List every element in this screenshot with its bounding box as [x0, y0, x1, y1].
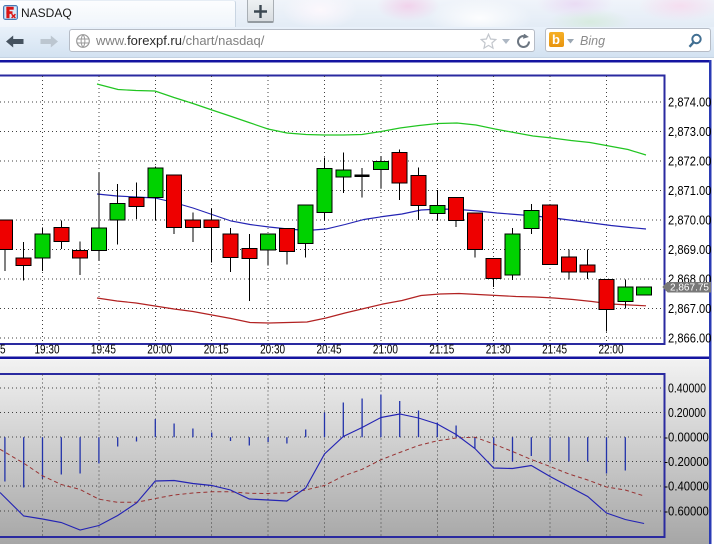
svg-text:2,867.00: 2,867.00	[668, 302, 712, 316]
svg-text:19:15: 19:15	[0, 342, 6, 356]
svg-text:2,871.00: 2,871.00	[668, 184, 712, 198]
svg-text:20:30: 20:30	[260, 342, 285, 356]
svg-text:21:45: 21:45	[542, 342, 567, 356]
svg-text:2,869.00: 2,869.00	[668, 243, 712, 257]
svg-text:20:00: 20:00	[147, 342, 172, 356]
svg-text:20:15: 20:15	[204, 342, 229, 356]
svg-text:2,872.00: 2,872.00	[668, 154, 712, 168]
svg-text:21:30: 21:30	[486, 342, 511, 356]
svg-text:0.20000: 0.20000	[668, 405, 706, 419]
svg-text:-0.60000: -0.60000	[664, 504, 709, 518]
svg-text:-0.40000: -0.40000	[664, 479, 709, 493]
svg-text:20:45: 20:45	[317, 342, 342, 356]
svg-text:22:00: 22:00	[599, 342, 624, 356]
svg-text:2,867.75: 2,867.75	[670, 281, 709, 293]
svg-text:19:45: 19:45	[91, 342, 116, 356]
svg-text:19:30: 19:30	[35, 342, 60, 356]
svg-text:21:15: 21:15	[429, 342, 454, 356]
svg-text:2,870.00: 2,870.00	[668, 213, 712, 227]
svg-text:-0.20000: -0.20000	[664, 455, 709, 469]
svg-text:21:00: 21:00	[373, 342, 398, 356]
svg-text:2,866.00: 2,866.00	[668, 331, 712, 345]
svg-text:0.40000: 0.40000	[668, 381, 706, 395]
svg-text:-0.00000: -0.00000	[664, 430, 709, 444]
svg-text:2,874.00: 2,874.00	[668, 95, 712, 109]
svg-text:2,873.00: 2,873.00	[668, 125, 712, 139]
